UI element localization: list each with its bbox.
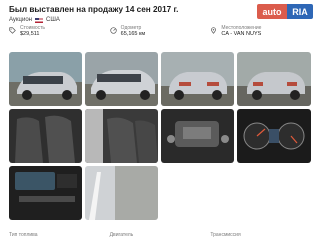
car-photo[interactable] [9,52,82,106]
car-photo[interactable] [161,52,234,106]
dashboard-photo[interactable] [237,109,311,163]
us-flag-icon [35,17,43,23]
transmission-label: Трансмиссия [210,232,241,238]
location-pin-icon [211,27,217,34]
odometer-icon [110,27,117,34]
car-photo[interactable] [237,52,311,106]
fuel-type-label: Тип топлива [9,232,38,238]
car-photo[interactable] [85,52,158,106]
auction-label: Аукцион [9,17,32,23]
stat-price: Стоимость $29,511 [9,25,110,47]
interior-photo[interactable] [85,109,158,163]
stat-value: CA - VAN NUYS [221,31,262,37]
stat-value: 65,165 км [120,31,146,37]
interior-photo[interactable] [9,166,82,220]
stat-odometer: Одометр 65,165 км [110,25,211,47]
stat-value: $29,511 [20,31,40,37]
price-tag-icon [9,27,16,34]
engine-label: Двигатель [109,232,134,238]
page-title: Был выставлен на продажу 14 сен 2017 г. [9,5,179,14]
stat-location: Местоположение CA - VAN NUYS [210,25,311,47]
stats-row: Стоимость $29,511 Одометр 65,165 км Мест… [9,25,311,47]
logo-auto: auto [257,4,287,19]
interior-photo[interactable] [9,109,82,163]
spec-labels: Тип топлива Двигатель Трансмиссия [9,232,311,238]
auction-country: США [46,17,60,23]
logo-ria: RIA [287,4,313,19]
autoria-logo[interactable]: auto RIA [257,4,313,19]
engine-photo[interactable] [161,109,234,163]
door-photo[interactable] [85,166,158,220]
auction-info: Аукцион США [9,17,60,23]
